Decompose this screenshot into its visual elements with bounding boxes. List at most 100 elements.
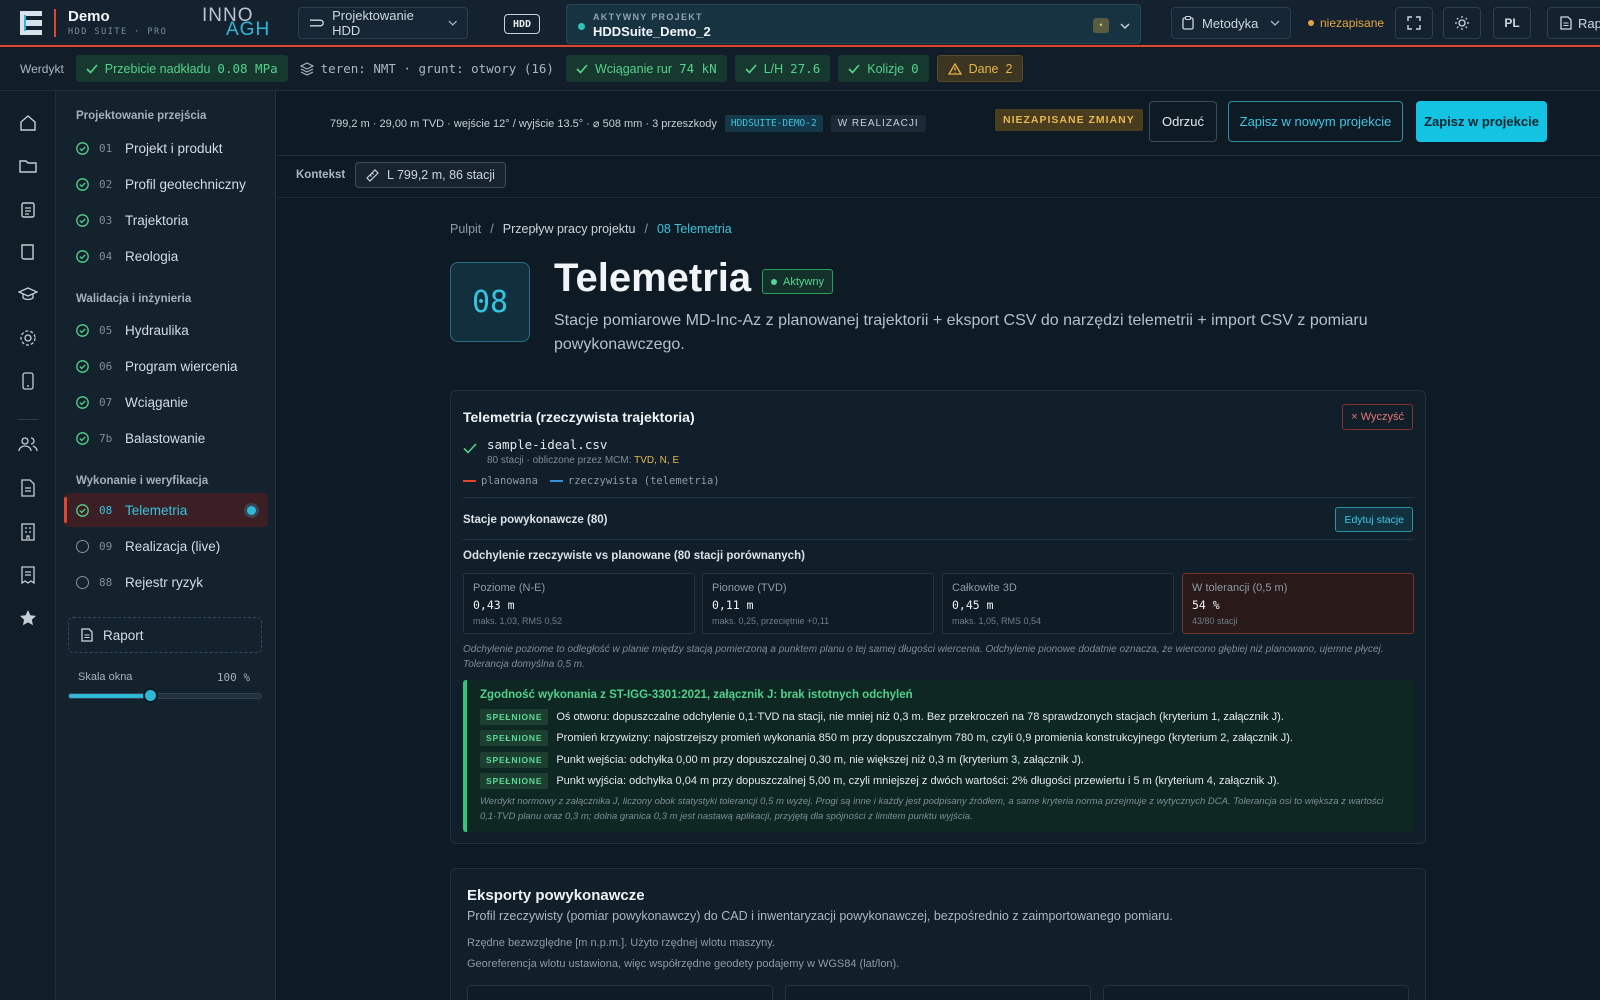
sidebar-item-profil-geotechniczny[interactable]: 02 Profil geotechniczny (64, 167, 268, 201)
sidebar-item-projekt-i-produkt[interactable]: 01 Projekt i produkt (64, 131, 268, 165)
criterion-status-badge: SPEŁNIONE (480, 730, 549, 746)
clear-telemetry-button[interactable]: × Wyczyść (1342, 404, 1413, 430)
check-circle-icon (76, 395, 89, 409)
legend-item-planned: planowana (463, 475, 538, 487)
sidebar-item-rejestr-ryzyk[interactable]: 88 Rejestr ryzyk (64, 565, 268, 599)
graduation-cap-icon[interactable] (17, 284, 39, 306)
stat-sub: 43/80 stacji (1192, 616, 1238, 626)
verdict-chip-value: 2 (1005, 61, 1013, 76)
breadcrumb-item[interactable]: Przepływ pracy projektu (503, 222, 636, 236)
breadcrumb-item[interactable]: Pulpit (450, 222, 481, 236)
criterion-status-badge: SPEŁNIONE (480, 709, 549, 725)
gear-icon[interactable] (17, 327, 39, 349)
check-icon (745, 63, 757, 74)
save-as-new-project-button[interactable]: Zapisz w nowym projekcie (1228, 101, 1403, 142)
page-description: Stacje pomiarowe MD-Inc-Az z planowanej … (554, 312, 1368, 353)
verdict-chip-terrain[interactable]: teren: NMT · grunt: otwory (16) (296, 55, 558, 82)
verdict-chip-pullback[interactable]: Wciąganie rur 74 kN (565, 55, 727, 82)
step-status-badge: Aktywny (762, 269, 833, 294)
slider-handle[interactable] (142, 688, 158, 703)
sidebar-item-reologia[interactable]: 04 Reologia (64, 239, 268, 273)
stat-value: 0,43 m (473, 598, 515, 612)
book-icon[interactable] (17, 241, 39, 263)
sidebar-item-number: 06 (99, 359, 113, 373)
stat-value: 0,45 m (952, 598, 994, 612)
export-option[interactable] (1103, 985, 1409, 1000)
sidebar-item-number: 09 (99, 539, 113, 553)
top-bar: Demo HDD SUITE · PRO INNO AGH Projektowa… (0, 0, 1600, 47)
folder-icon[interactable] (17, 155, 39, 177)
export-option[interactable] (785, 985, 1091, 1000)
sidebar-item-number: 88 (99, 575, 113, 589)
clipboard-icon[interactable] (17, 198, 39, 220)
fullscreen-button[interactable] (1395, 7, 1433, 39)
exports-card: Eksporty powykonawcze Profil rzeczywisty… (450, 868, 1426, 1000)
sidebar-item-balastowanie[interactable]: 7b Balastowanie (64, 421, 268, 455)
breadcrumb: Pulpit / Przepływ pracy projektu / 08 Te… (450, 222, 732, 236)
module-selector-label: Projektowanie HDD (332, 8, 414, 38)
sidebar-item-program-wiercenia[interactable]: 06 Program wiercenia (64, 349, 268, 383)
workflow-sidebar: Projektowanie przejścia 01 Projekt i pro… (56, 91, 276, 1000)
imported-file: sample-ideal.csv 80 stacji · obliczone p… (463, 437, 679, 466)
sidebar-item-telemetria[interactable]: 08 Telemetria (64, 493, 268, 527)
report-button-top-label: Rap (1578, 15, 1600, 31)
check-circle-icon (76, 503, 89, 517)
module-selector[interactable]: Projektowanie HDD (298, 7, 468, 39)
compliance-note: Werdykt normowy z załącznika J, liczony … (480, 796, 1384, 822)
language-button[interactable]: PL (1493, 7, 1531, 39)
sidebar-item-number: 7b (99, 431, 113, 445)
app-logo-icon (20, 10, 42, 35)
home-icon[interactable] (17, 112, 39, 134)
sidebar-item-label: Realizacja (live) (125, 538, 221, 554)
export-option[interactable] (467, 985, 773, 1000)
pipe-icon (309, 19, 324, 27)
stat-sub: maks. 1,05, RMS 0,54 (952, 616, 1042, 626)
users-icon[interactable] (17, 433, 39, 455)
active-project-selector[interactable]: AKTYWNY PROJEKT HDDSuite_Demo_2 • (566, 4, 1141, 44)
report-button[interactable]: Raport (68, 617, 262, 653)
exports-subtitle: Profil rzeczywisty (pomiar powykonawczy)… (467, 909, 1173, 923)
sidebar-item-hydraulika[interactable]: 05 Hydraulika (64, 313, 268, 347)
mobile-icon[interactable] (17, 370, 39, 392)
legend-swatch (463, 480, 476, 482)
empty-circle-icon (76, 539, 89, 553)
legend-label: rzeczywista (telemetria) (567, 475, 720, 487)
edit-stations-button[interactable]: Edytuj stacje (1335, 507, 1413, 532)
methodology-dropdown[interactable]: Metodyka (1171, 7, 1291, 39)
sidebar-item-label: Program wiercenia (125, 358, 238, 374)
stat-title: Pionowe (TVD) (712, 582, 787, 594)
mode-badge: HDD (504, 14, 540, 34)
discard-button[interactable]: Odrzuć (1149, 101, 1217, 142)
compliance-panel: Zgodność wykonania z ST-IGG-3301:2021, z… (463, 680, 1415, 832)
building-icon[interactable] (17, 521, 39, 543)
verdict-chip-overburden[interactable]: Przebicie nadkładu 0.08 MPa (75, 55, 288, 82)
verdict-chip-collisions[interactable]: Kolizje 0 (838, 55, 929, 82)
report-button-top[interactable]: Rap (1547, 7, 1600, 39)
sidebar-item-label: Rejestr ryzyk (125, 574, 204, 590)
breadcrumb-current: 08 Telemetria (656, 222, 732, 236)
save-project-button[interactable]: Zapisz w projekcie (1416, 101, 1547, 142)
methodology-label: Metodyka (1202, 15, 1259, 31)
context-chip-label: L 799,2 m, 86 stacji (387, 168, 495, 182)
sidebar-item-trajektoria[interactable]: 03 Trajektoria (64, 203, 268, 237)
stations-title: Stacje powykonawcze (80) (463, 514, 608, 526)
context-chip[interactable]: L 799,2 m, 86 stacji (355, 162, 506, 188)
receipt-icon[interactable] (17, 564, 39, 586)
stat-sub: maks. 1,03, RMS 0,52 (473, 616, 563, 626)
window-scale-slider[interactable] (68, 688, 262, 703)
compliance-title: Zgodność wykonania z ST-IGG-3301:2021, z… (480, 689, 913, 701)
step-status-label: Aktywny (783, 275, 824, 288)
theme-toggle-button[interactable] (1443, 7, 1481, 39)
star-icon[interactable] (17, 607, 39, 629)
sidebar-item-wciaganie[interactable]: 07 Wciąganie (64, 385, 268, 419)
project-summary-text: 799,2 m · 29,00 m TVD · wejście 12° / wy… (330, 118, 717, 130)
divider (463, 539, 1415, 540)
sidebar-item-label: Telemetria (125, 502, 188, 518)
file-text-icon[interactable] (17, 477, 39, 499)
verdict-chip-data[interactable]: Dane 2 (936, 55, 1024, 82)
sidebar-item-realizacja-live[interactable]: 09 Realizacja (live) (64, 529, 268, 563)
verdict-chip-lh-ratio[interactable]: L/H 27.6 (734, 55, 831, 82)
deviation-note: Odchylenie poziome to odległość w planie… (463, 644, 1384, 670)
check-icon (463, 443, 477, 454)
brand[interactable]: Demo HDD SUITE · PRO (0, 0, 178, 45)
